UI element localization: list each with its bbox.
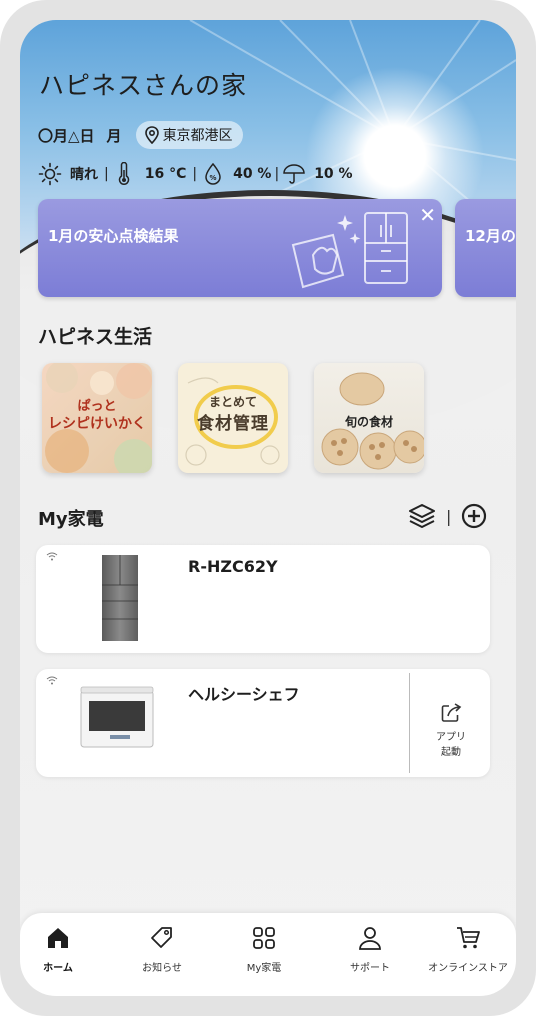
tile-title: まとめて: [208, 395, 257, 409]
banner-label: 1月の安心点検結果: [48, 227, 179, 245]
umbrella-icon: [283, 164, 305, 184]
inspection-banner-next[interactable]: 12月の: [455, 199, 516, 297]
humidity-icon: %: [205, 162, 221, 185]
tile-recipe-planning[interactable]: ぱっと レシピけいかく: [42, 363, 152, 473]
wifi-icon: [46, 676, 58, 685]
add-appliance-icon[interactable]: [461, 503, 487, 529]
location-pin-icon: [144, 126, 159, 144]
weekday: 月: [106, 126, 122, 145]
inspection-banner[interactable]: 1月の安心点検結果 ✕: [38, 199, 442, 297]
nav-notifications[interactable]: お知らせ: [112, 925, 212, 974]
tile-seasonal-ingredients[interactable]: 旬の食材: [314, 363, 424, 473]
date: 〇月△日: [38, 126, 95, 145]
nav-support[interactable]: サポート: [320, 925, 420, 974]
tile-subtitle: レシピけいかく: [48, 416, 146, 432]
appliance-name: ヘルシーシェフ: [188, 685, 300, 704]
close-icon[interactable]: ✕: [419, 203, 436, 227]
tile-title: 旬の食材: [344, 415, 393, 429]
grid-icon: [253, 927, 275, 949]
separator: |: [274, 166, 280, 182]
separator: |: [192, 166, 198, 182]
layers-icon[interactable]: [408, 502, 436, 530]
nav-online-store[interactable]: オンラインストア: [418, 925, 516, 974]
bottom-navigation: ホーム お知らせ My家電 サポート オンラインストア: [20, 913, 516, 996]
external-link-icon: [441, 703, 462, 722]
nav-label: オンラインストア: [428, 963, 508, 974]
svg-text:%: %: [210, 174, 217, 182]
location-label: 東京都港区: [162, 128, 233, 144]
weather-row: 晴れ | 16 °C | % 40 % | 10 %: [38, 161, 353, 187]
app-launch-label-2: 起動: [441, 747, 461, 758]
nav-home[interactable]: ホーム: [20, 925, 108, 974]
home-icon: [48, 928, 68, 948]
nav-my-appliances[interactable]: My家電: [214, 925, 314, 974]
humidity: 40 %: [233, 166, 272, 182]
sun-icon: [38, 162, 62, 186]
phone-frame: ハピネスさんの家 〇月△日 月 東京都港区 晴れ | 16 °C | % 40 …: [0, 0, 536, 1016]
appliance-card-fridge[interactable]: R-HZC62Y: [36, 545, 490, 653]
nav-label: My家電: [246, 963, 282, 974]
banner-label: 12月の: [465, 227, 516, 245]
precipitation: 10 %: [314, 166, 353, 182]
cart-icon: [457, 927, 480, 949]
tile-subtitle: 食材管理: [197, 414, 269, 434]
temperature: 16 °C: [144, 166, 187, 182]
my-appliances-actions: |: [408, 502, 487, 530]
date-row: 〇月△日 月 東京都港区: [38, 120, 243, 150]
nav-label: サポート: [350, 963, 390, 974]
home-title: ハピネスさんの家: [39, 71, 248, 100]
appliance-card-oven[interactable]: ヘルシーシェフ アプリ 起動: [36, 669, 490, 777]
tile-title: ぱっと: [77, 399, 117, 414]
fridge-image: [102, 555, 138, 641]
appliance-name: R-HZC62Y: [188, 557, 278, 576]
my-appliances-title: My家電: [38, 509, 104, 530]
wifi-icon: [46, 552, 58, 561]
tag-icon: [151, 927, 172, 948]
tile-ingredient-management[interactable]: まとめて 食材管理: [178, 363, 288, 473]
separator: |: [104, 166, 109, 182]
happiness-section-title: ハピネス生活: [38, 326, 153, 348]
divider: [409, 673, 410, 773]
thermometer-icon: [118, 162, 129, 185]
person-icon: [359, 927, 381, 950]
nav-label: お知らせ: [142, 963, 182, 974]
weather-condition: 晴れ: [70, 167, 98, 183]
app-launch-label-1: アプリ: [436, 732, 466, 743]
fridge-cleaning-illustration: [291, 212, 408, 289]
app-screen: ハピネスさんの家 〇月△日 月 東京都港区 晴れ | 16 °C | % 40 …: [20, 20, 516, 996]
nav-label: ホーム: [43, 963, 73, 974]
separator: |: [446, 506, 452, 526]
oven-image: [80, 686, 154, 748]
app-launch-button[interactable]: アプリ 起動: [416, 701, 486, 760]
location-button[interactable]: 東京都港区: [135, 121, 243, 149]
